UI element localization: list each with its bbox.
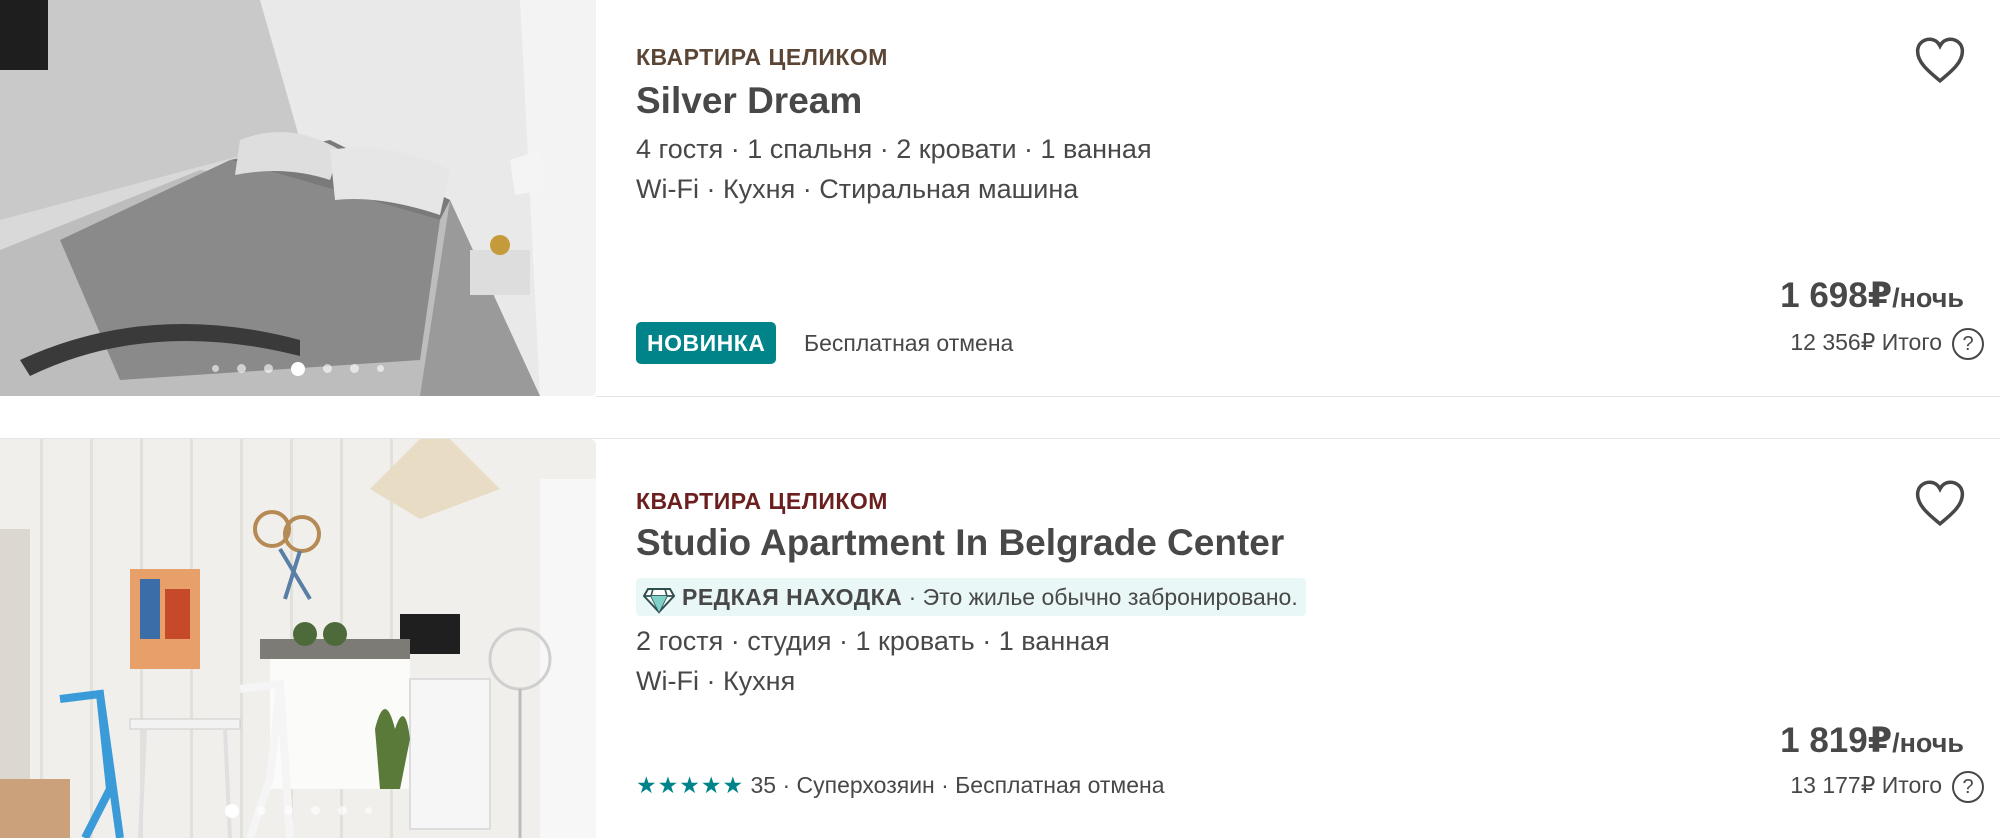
carousel-dot[interactable] [264,364,273,374]
carousel-dot[interactable] [212,365,219,373]
rare-find-banner: РЕДКАЯ НАХОДКА · Это жилье обычно заброн… [636,578,1306,616]
host-and-cancellation: · Суперхозяин · Бесплатная отмена [776,772,1165,798]
studio-photo [0,439,596,838]
rare-find-text: · Это жилье обычно забронировано. [902,584,1298,610]
carousel-dot[interactable] [337,806,347,816]
carousel-dot[interactable] [323,364,332,374]
listing-photo[interactable] [0,439,596,838]
listing-title[interactable]: Studio Apartment In Belgrade Center [636,522,1284,564]
price-total: 13 177₽ Итого? [1790,771,1984,803]
carousel-dot[interactable] [350,364,359,374]
listing-details: 2 гостя · студия · 1 кровать · 1 ванная [636,626,1110,656]
review-count: 35 [750,772,777,798]
price-per-night: 1 819₽/ночь [1780,721,1964,761]
listing-type: КВАРТИРА ЦЕЛИКОМ [636,488,888,514]
price-unit: /ночь [1892,728,1964,758]
help-icon[interactable]: ? [1952,771,1984,803]
carousel-dot[interactable] [283,806,293,816]
star-icon: ★★★★★ [636,772,745,798]
listing-card[interactable]: КВАРТИРА ЦЕЛИКОМ Studio Apartment In Bel… [0,439,2000,838]
carousel-dots[interactable] [0,360,596,378]
gem-icon [642,587,676,614]
rating-row: ★★★★★ 35 · Суперхозяин · Бесплатная отме… [636,772,1165,799]
listing-amenities: Wi-Fi · Кухня [636,666,796,696]
carousel-dot[interactable] [377,365,384,373]
bedroom-photo [0,0,596,396]
carousel-dot-active[interactable] [224,803,239,818]
rare-find-label: РЕДКАЯ НАХОДКА [682,584,903,610]
carousel-dot[interactable] [364,807,372,815]
carousel-dot[interactable] [256,806,266,816]
heart-icon[interactable] [1914,479,1966,527]
carousel-dot[interactable] [237,364,246,374]
carousel-dot[interactable] [310,806,320,816]
total-text: 13 177₽ Итого [1790,772,1942,799]
carousel-dots[interactable] [0,802,596,820]
listing-photo[interactable] [0,0,596,396]
price-amount: 1 819₽ [1780,721,1893,760]
listing-info: КВАРТИРА ЦЕЛИКОМ Studio Apartment In Bel… [636,0,2000,798]
carousel-dot-active[interactable] [291,361,305,376]
